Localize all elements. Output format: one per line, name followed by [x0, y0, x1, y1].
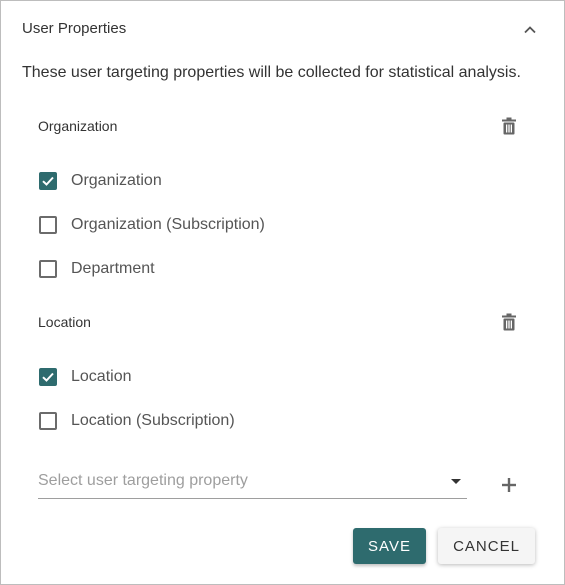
plus-icon	[502, 478, 516, 492]
checkbox-label: Organization	[71, 172, 162, 189]
checkbox-checked[interactable]	[39, 368, 57, 386]
panel-header[interactable]: User Properties	[1, 1, 564, 57]
checkbox-label: Location (Subscription)	[71, 412, 235, 429]
save-button[interactable]: SAVE	[353, 528, 426, 564]
checkbox-organization[interactable]: Organization	[39, 169, 162, 193]
checkbox-label: Department	[71, 260, 155, 277]
checkbox-unchecked[interactable]	[39, 412, 57, 430]
checkbox-location[interactable]: Location	[39, 365, 132, 389]
group-title-location: Location	[38, 314, 91, 330]
checkbox-label: Location	[71, 368, 132, 385]
checkbox-organization-subscription[interactable]: Organization (Subscription)	[39, 213, 265, 237]
check-icon	[42, 372, 54, 382]
check-icon	[42, 176, 54, 186]
trash-icon	[502, 313, 516, 331]
user-properties-panel: User Properties These user targeting pro…	[0, 0, 565, 585]
add-property-button[interactable]	[498, 474, 520, 496]
chevron-up-icon[interactable]	[521, 21, 539, 39]
select-placeholder: Select user targeting property	[38, 472, 248, 489]
user-targeting-property-select[interactable]: Select user targeting property	[38, 467, 467, 499]
checkbox-department[interactable]: Department	[39, 257, 155, 281]
cancel-button[interactable]: CANCEL	[438, 528, 535, 564]
checkbox-location-subscription[interactable]: Location (Subscription)	[39, 409, 235, 433]
caret-down-icon[interactable]	[451, 479, 461, 484]
checkbox-unchecked[interactable]	[39, 260, 57, 278]
group-title-organization: Organization	[38, 118, 118, 134]
checkbox-label: Organization (Subscription)	[71, 216, 265, 233]
delete-location-group-button[interactable]	[499, 312, 519, 332]
panel-title: User Properties	[22, 20, 127, 37]
panel-description: These user targeting properties will be …	[22, 64, 521, 81]
checkbox-unchecked[interactable]	[39, 216, 57, 234]
delete-organization-group-button[interactable]	[499, 116, 519, 136]
checkbox-checked[interactable]	[39, 172, 57, 190]
trash-icon	[502, 117, 516, 135]
